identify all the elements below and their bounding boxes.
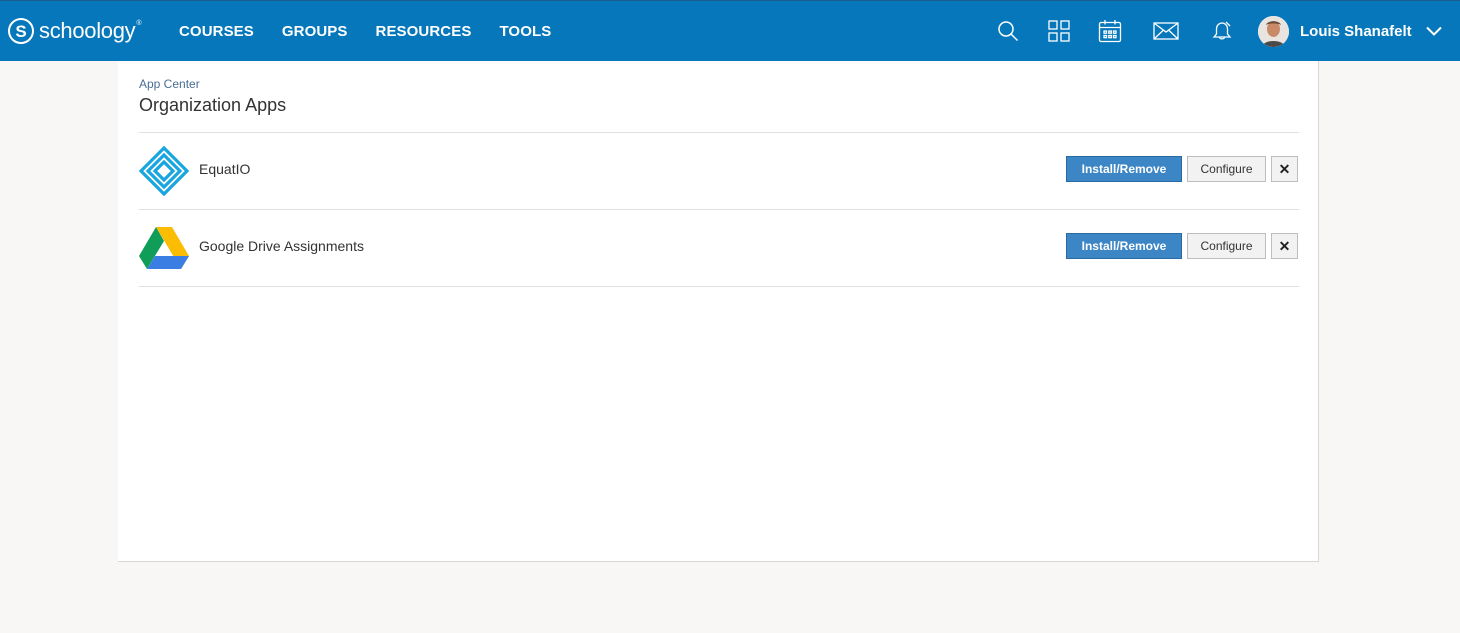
main-nav: COURSES GROUPS RESOURCES TOOLS: [165, 1, 565, 61]
configure-button[interactable]: Configure: [1187, 156, 1266, 182]
breadcrumb[interactable]: App Center: [139, 77, 200, 91]
close-button[interactable]: ✕: [1271, 233, 1298, 259]
schoology-logo-text: schoology®: [39, 18, 142, 43]
notifications-icon[interactable]: [1199, 8, 1245, 54]
list-item: Google Drive Assignments Install/Remove …: [139, 210, 1299, 286]
user-menu[interactable]: Louis Shanafelt: [1258, 15, 1442, 47]
divider: [139, 286, 1299, 287]
chevron-down-icon[interactable]: [1425, 26, 1442, 36]
app-name: EquatIO: [199, 161, 251, 177]
google-drive-logo-icon: [139, 223, 189, 273]
install-remove-button[interactable]: Install/Remove: [1066, 233, 1182, 259]
apps-grid-icon[interactable]: [1036, 8, 1082, 54]
calendar-icon[interactable]: [1087, 8, 1133, 54]
equatio-logo-icon: [138, 145, 190, 197]
top-navigation-bar: S schoology® COURSES GROUPS RESOURCES TO…: [0, 0, 1460, 61]
nav-courses[interactable]: COURSES: [165, 23, 268, 40]
page-title: Organization Apps: [139, 95, 287, 115]
close-button[interactable]: ✕: [1271, 156, 1298, 182]
schoology-logo[interactable]: S schoology®: [8, 16, 142, 46]
nav-groups[interactable]: GROUPS: [268, 23, 362, 40]
main-content-panel: App Center Organization Apps EquatIO Ins…: [118, 61, 1319, 562]
header-icons: [985, 1, 1250, 61]
user-name: Louis Shanafelt: [1300, 22, 1412, 40]
schoology-logo-icon: S: [8, 18, 34, 44]
list-item: EquatIO Install/Remove Configure ✕: [138, 133, 1299, 209]
nav-resources[interactable]: RESOURCES: [362, 23, 486, 40]
mail-icon[interactable]: [1143, 8, 1189, 54]
nav-tools[interactable]: TOOLS: [485, 23, 565, 40]
avatar: [1258, 15, 1289, 47]
app-name: Google Drive Assignments: [199, 238, 364, 254]
install-remove-button[interactable]: Install/Remove: [1066, 156, 1182, 182]
search-icon[interactable]: [985, 8, 1031, 54]
configure-button[interactable]: Configure: [1187, 233, 1266, 259]
